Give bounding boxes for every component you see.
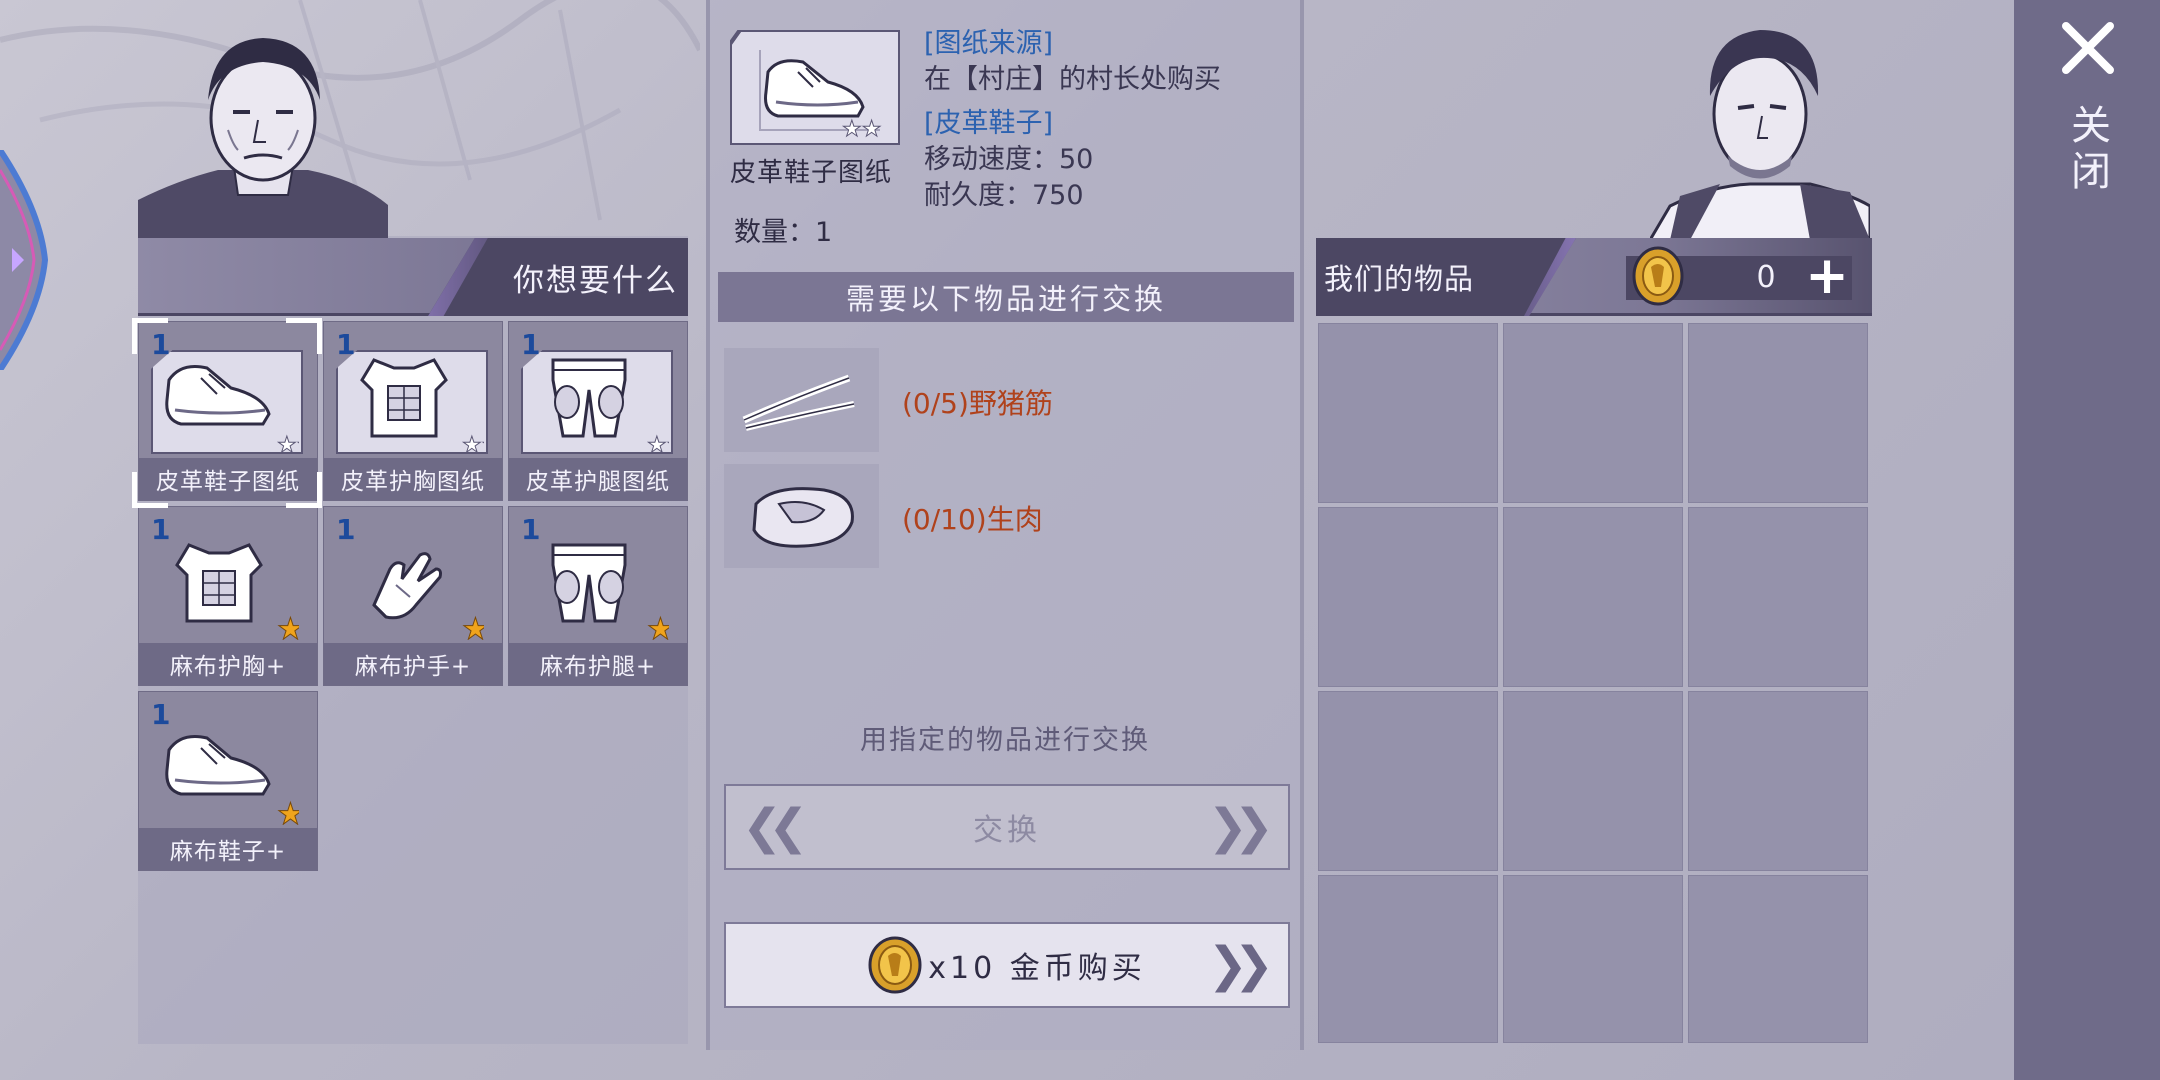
- inventory-slot[interactable]: [1503, 875, 1683, 1043]
- inventory-slot[interactable]: [1318, 323, 1498, 503]
- raw-meat-icon: [724, 464, 879, 568]
- item-quantity: 1: [151, 513, 171, 546]
- close-label[interactable]: 关闭: [2064, 104, 2112, 196]
- chevron-right-icon: ❯❯: [1207, 937, 1275, 993]
- svg-text:★: ★: [462, 612, 484, 640]
- exchange-requirements-header: 需要以下物品进行交换: [718, 272, 1294, 322]
- inventory-slot[interactable]: [1688, 507, 1868, 687]
- svg-text:★★: ★★: [842, 117, 881, 142]
- inventory-slot[interactable]: [1688, 691, 1868, 871]
- item-quantity: 1: [151, 698, 171, 731]
- inventory-slot[interactable]: [1688, 323, 1868, 503]
- buy-button-label: x10 金币购买: [928, 951, 1146, 986]
- sinew-icon: [724, 348, 879, 452]
- inventory-slot[interactable]: [1318, 691, 1498, 871]
- gold-coin-icon: [1632, 246, 1684, 306]
- inventory-slot[interactable]: [1318, 875, 1498, 1043]
- item-slot[interactable]: ★ 1 麻布护胸+: [138, 506, 318, 686]
- inventory-slot[interactable]: [1503, 323, 1683, 503]
- requirement-text: (0/10)生肉: [902, 503, 1043, 536]
- item-slot[interactable]: ★ 1 麻布鞋子+: [138, 691, 318, 871]
- item-slot[interactable]: ★ 1 麻布护腿+: [508, 506, 688, 686]
- item-slot[interactable]: ★ 1 麻布护手+: [323, 506, 503, 686]
- source-title: [图纸来源]: [924, 28, 1054, 59]
- wanted-items-header: 你想要什么: [138, 238, 688, 316]
- chevron-right-icon: ❯❯: [1207, 799, 1275, 855]
- item-quantity: 1: [151, 328, 171, 361]
- inventory-slot[interactable]: [1688, 875, 1868, 1043]
- item-slot[interactable]: ★★ 1 皮革护腿图纸: [508, 321, 688, 501]
- stat-move-speed: 移动速度：50: [924, 144, 1094, 175]
- item-name: 麻布鞋子+: [139, 828, 317, 870]
- svg-text:★★: ★★: [462, 433, 484, 455]
- svg-text:★★: ★★: [647, 433, 669, 455]
- item-slot[interactable]: ★★ 1 皮革鞋子图纸: [138, 321, 318, 501]
- gold-coin-icon: [868, 936, 922, 994]
- item-name: 皮革护腿图纸: [509, 458, 687, 500]
- stat-durability: 耐久度：750: [924, 180, 1084, 211]
- svg-text:★: ★: [277, 797, 299, 825]
- item-quantity: 1: [336, 513, 356, 546]
- exchange-hint: 用指定的物品进行交换: [860, 725, 1150, 756]
- blueprint-quantity: 数量：1: [734, 217, 833, 248]
- chest-armor-icon: ★★: [360, 358, 484, 455]
- item-quantity: 1: [521, 513, 541, 546]
- item-title: [皮革鞋子]: [924, 108, 1054, 139]
- chest-armor-icon: ★: [175, 543, 299, 640]
- gold-amount: 0: [1756, 260, 1776, 295]
- item-name: 麻布护手+: [324, 643, 502, 685]
- item-name: 麻布护胸+: [139, 643, 317, 685]
- boots-icon: ★: [165, 735, 299, 825]
- chevron-left-icon: ❮❮: [742, 799, 809, 855]
- blueprint-preview-icon: ★★: [730, 30, 900, 145]
- item-name: 麻布护腿+: [509, 643, 687, 685]
- leg-armor-icon: ★: [551, 543, 669, 640]
- svg-text:★: ★: [647, 612, 669, 640]
- boots-icon: ★★: [165, 365, 299, 455]
- item-slot[interactable]: ★★ 1 皮革护胸图纸: [323, 321, 503, 501]
- buy-with-gold-button[interactable]: x10 金币购买 ❯❯: [724, 922, 1290, 1008]
- add-gold-button[interactable]: +: [1804, 250, 1850, 302]
- side-drawer-handle[interactable]: [0, 150, 50, 370]
- blueprint-name: 皮革鞋子图纸: [730, 158, 893, 188]
- requirement-row: (0/10)生肉: [724, 464, 1284, 572]
- item-quantity: 1: [521, 328, 541, 361]
- gloves-icon: ★: [372, 552, 484, 640]
- village-chief-portrait: [138, 38, 388, 240]
- leg-armor-icon: ★★: [551, 358, 669, 455]
- our-items-header: 我们的物品 0 +: [1316, 238, 1872, 316]
- item-name: 皮革鞋子图纸: [139, 458, 317, 500]
- inventory-slot[interactable]: [1503, 691, 1683, 871]
- svg-text:★: ★: [277, 612, 299, 640]
- inventory-slot[interactable]: [1503, 507, 1683, 687]
- item-quantity: 1: [336, 328, 356, 361]
- requirement-text: (0/5)野猪筋: [902, 387, 1053, 420]
- exchange-button-label: 交换: [973, 813, 1041, 848]
- close-icon[interactable]: [2060, 20, 2116, 76]
- exchange-button[interactable]: ❮❮ 交换 ❯❯: [724, 784, 1290, 870]
- blueprint-info: [图纸来源] 在【村庄】的村长处购买 [皮革鞋子] 移动速度：50 耐久度：75…: [924, 26, 1254, 266]
- player-portrait: [1650, 30, 1870, 240]
- item-name: 皮革护胸图纸: [324, 458, 502, 500]
- inventory-slot[interactable]: [1318, 507, 1498, 687]
- source-text: 在【村庄】的村长处购买: [924, 64, 1221, 95]
- requirement-row: (0/5)野猪筋: [724, 348, 1284, 456]
- svg-text:★★: ★★: [277, 433, 299, 455]
